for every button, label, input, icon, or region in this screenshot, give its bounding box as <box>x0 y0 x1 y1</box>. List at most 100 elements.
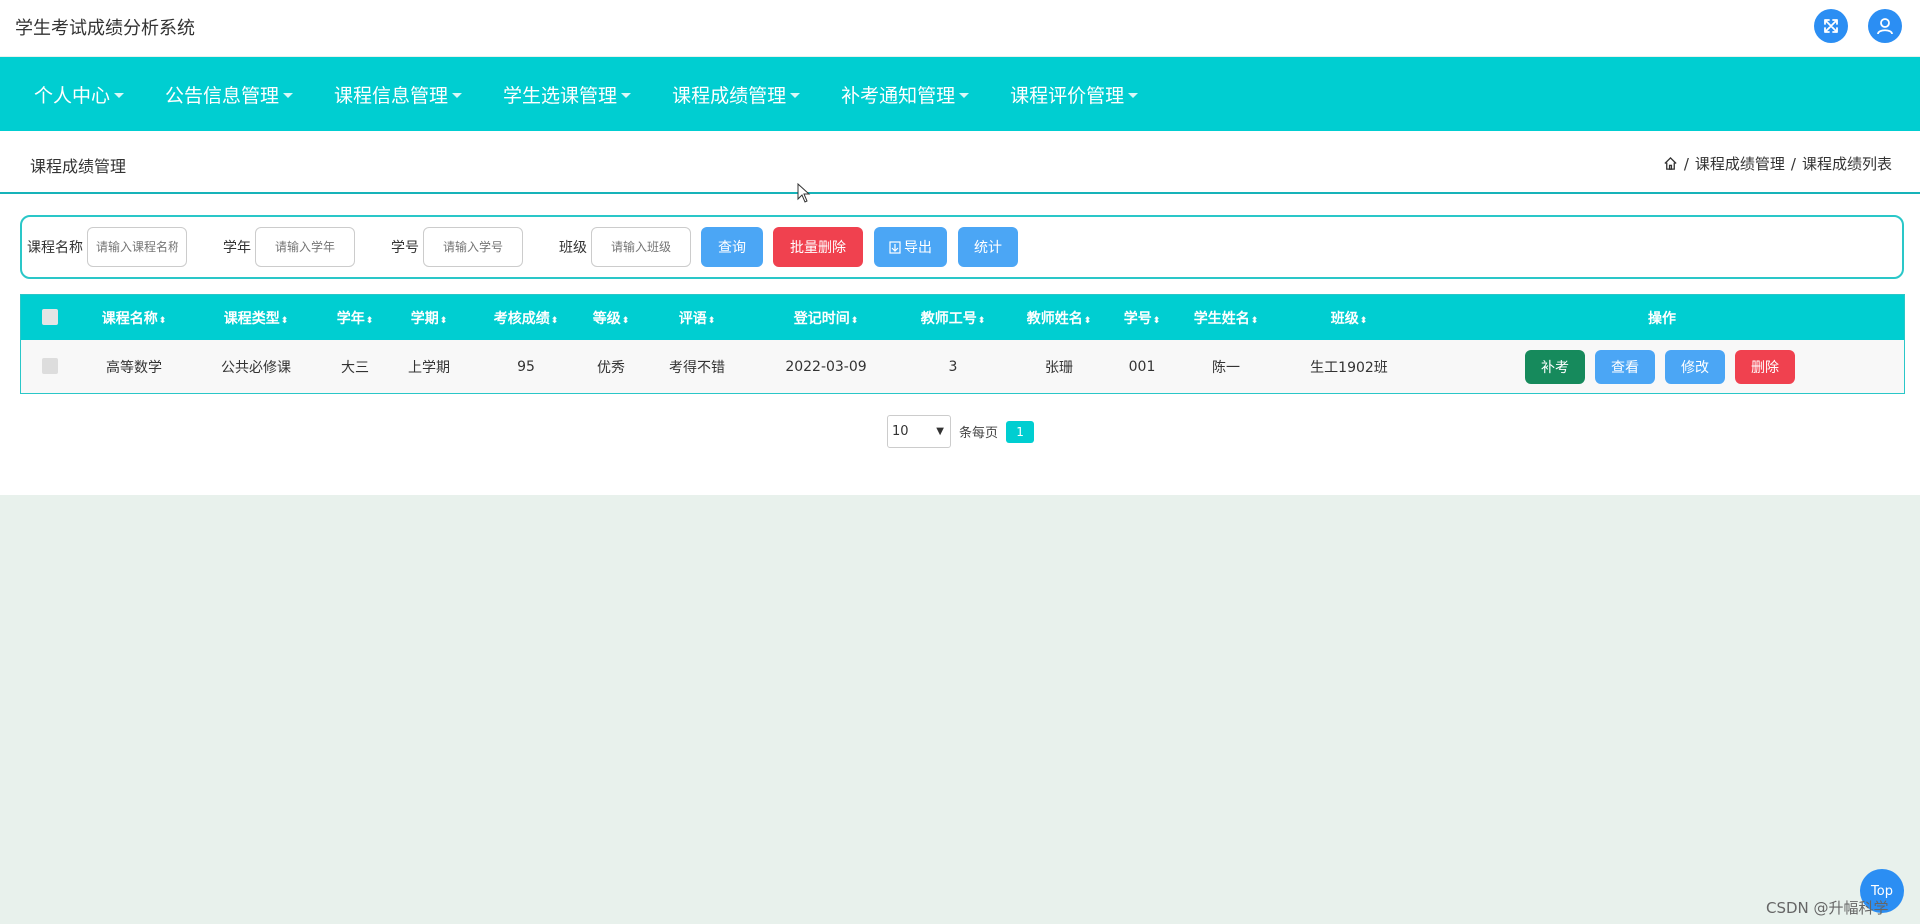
column-header-teacher-no[interactable]: 教师工号⬍ <box>921 308 986 328</box>
column-header-course-name[interactable]: 课程名称⬍ <box>102 308 167 328</box>
sort-icon: ⬍ <box>280 315 289 326</box>
nav-item-label: 课程成绩管理 <box>672 84 787 107</box>
column-header-score[interactable]: 考核成绩⬍ <box>494 308 559 328</box>
content-panel: 课程成绩管理 / 课程成绩管理 / 课程成绩列表 课程名称 学年 学号 班级 查… <box>0 131 1920 495</box>
home-icon[interactable] <box>1663 156 1678 171</box>
class-label: 班级 <box>559 240 587 256</box>
nav-item-label: 学生选课管理 <box>503 84 618 107</box>
page-size-value: 10 <box>892 424 909 439</box>
table-row: 高等数学 公共必修课 大三 上学期 95 优秀 考得不错 2022-03-09 … <box>21 340 1904 393</box>
cell-student-name: 陈一 <box>1212 359 1240 376</box>
sort-icon: ⬍ <box>1152 315 1161 326</box>
nav-item-announcements[interactable]: 公告信息管理 <box>149 57 309 131</box>
nav-item-label: 个人中心 <box>34 84 111 107</box>
row-actions: 补考 查看 修改 删除 <box>1525 350 1795 384</box>
caret-down-icon <box>283 92 294 98</box>
cell-course-name: 高等数学 <box>106 359 162 376</box>
sort-icon: ⬍ <box>439 315 448 326</box>
column-header-semester[interactable]: 学期⬍ <box>411 308 448 328</box>
cell-grade: 优秀 <box>597 359 625 376</box>
caret-down-icon <box>790 92 801 98</box>
course-name-label: 课程名称 <box>27 240 83 256</box>
search-form: 课程名称 学年 学号 班级 查询 批量删除 导出 统计 <box>20 215 1904 279</box>
nav-item-course-selection[interactable]: 学生选课管理 <box>487 57 647 131</box>
column-header-course-type[interactable]: 课程类型⬍ <box>224 308 289 328</box>
export-button[interactable]: 导出 <box>874 227 947 267</box>
sort-icon: ⬍ <box>707 315 716 326</box>
column-header-student-name[interactable]: 学生姓名⬍ <box>1194 308 1259 328</box>
cell-year: 大三 <box>341 359 369 376</box>
export-file-icon <box>889 240 901 254</box>
sort-icon: ⬍ <box>1359 315 1368 326</box>
select-all-checkbox[interactable] <box>42 309 58 325</box>
fullscreen-button[interactable] <box>1814 9 1848 43</box>
user-button[interactable] <box>1868 9 1902 43</box>
column-header-student-no[interactable]: 学号⬍ <box>1124 308 1161 328</box>
watermark: CSDN @升幅科学 <box>1766 899 1889 917</box>
chevron-down-icon: ▼ <box>936 426 944 437</box>
course-name-input[interactable] <box>87 227 187 267</box>
view-button[interactable]: 查看 <box>1595 350 1655 384</box>
cell-student-no: 001 <box>1128 358 1156 375</box>
delete-button[interactable]: 删除 <box>1735 350 1795 384</box>
sort-icon: ⬍ <box>158 315 167 326</box>
row-checkbox[interactable] <box>42 358 58 374</box>
makeup-exam-button[interactable]: 补考 <box>1525 350 1585 384</box>
cell-teacher-no: 3 <box>948 358 958 375</box>
class-input[interactable] <box>591 227 691 267</box>
app-title: 学生考试成绩分析系统 <box>15 18 195 39</box>
breadcrumb-item-current: 课程成绩列表 <box>1801 155 1892 173</box>
nav-item-label: 课程信息管理 <box>334 84 449 107</box>
column-header-register-time[interactable]: 登记时间⬍ <box>794 308 859 328</box>
nav-item-label: 补考通知管理 <box>841 84 956 107</box>
page-size-select[interactable]: 10 ▼ <box>887 415 951 448</box>
sort-icon: ⬍ <box>1083 315 1092 326</box>
column-header-comment[interactable]: 评语⬍ <box>679 308 716 328</box>
scores-table: 课程名称⬍ 课程类型⬍ 学年⬍ 学期⬍ 考核成绩⬍ 等级⬍ 评语⬍ 登记时间⬍ … <box>20 294 1905 394</box>
nav-item-courses[interactable]: 课程信息管理 <box>318 57 478 131</box>
cell-course-type: 公共必修课 <box>221 359 291 376</box>
student-no-input[interactable] <box>423 227 523 267</box>
caret-down-icon <box>959 92 970 98</box>
column-header-year[interactable]: 学年⬍ <box>337 308 374 328</box>
sort-icon: ⬍ <box>977 315 986 326</box>
breadcrumb-separator: / <box>1683 154 1689 173</box>
breadcrumb: / 课程成绩管理 / 课程成绩列表 <box>1663 153 1892 174</box>
batch-delete-button[interactable]: 批量删除 <box>773 227 863 267</box>
nav-item-makeup-notices[interactable]: 补考通知管理 <box>825 57 985 131</box>
column-header-class[interactable]: 班级⬍ <box>1331 308 1368 328</box>
page-number-button[interactable]: 1 <box>1006 420 1035 443</box>
cell-comment: 考得不错 <box>669 359 725 376</box>
cell-score: 95 <box>517 358 535 375</box>
sort-icon: ⬍ <box>550 315 559 326</box>
nav-item-personal-center[interactable]: 个人中心 <box>18 57 140 131</box>
year-label: 学年 <box>223 240 251 256</box>
cell-register-time: 2022-03-09 <box>785 358 867 375</box>
nav-item-course-scores[interactable]: 课程成绩管理 <box>656 57 816 131</box>
caret-down-icon <box>1128 92 1139 98</box>
query-button[interactable]: 查询 <box>701 227 763 267</box>
export-button-label: 导出 <box>904 240 932 256</box>
mouse-cursor-icon <box>797 183 811 203</box>
edit-button[interactable]: 修改 <box>1665 350 1725 384</box>
column-header-teacher-name[interactable]: 教师姓名⬍ <box>1027 308 1092 328</box>
main-nav: 个人中心 公告信息管理 课程信息管理 学生选课管理 课程成绩管理 补考通知管理 … <box>0 57 1920 131</box>
page-header: 课程成绩管理 / 课程成绩管理 / 课程成绩列表 <box>0 131 1920 194</box>
year-input[interactable] <box>255 227 355 267</box>
sort-icon: ⬍ <box>365 315 374 326</box>
column-header-grade[interactable]: 等级⬍ <box>593 308 630 328</box>
caret-down-icon <box>621 92 632 98</box>
breadcrumb-item[interactable]: 课程成绩管理 <box>1695 153 1785 174</box>
student-no-label: 学号 <box>391 240 419 256</box>
page-title: 课程成绩管理 <box>30 157 127 176</box>
table-header: 课程名称⬍ 课程类型⬍ 学年⬍ 学期⬍ 考核成绩⬍ 等级⬍ 评语⬍ 登记时间⬍ … <box>21 295 1904 340</box>
stats-button[interactable]: 统计 <box>958 227 1018 267</box>
cell-teacher-name: 张珊 <box>1045 359 1073 376</box>
top-bar: 学生考试成绩分析系统 <box>0 0 1920 56</box>
nav-item-course-evaluations[interactable]: 课程评价管理 <box>994 57 1154 131</box>
per-page-label: 条每页 <box>959 426 999 441</box>
sort-icon: ⬍ <box>1250 315 1259 326</box>
caret-down-icon <box>114 92 125 98</box>
column-header-actions: 操作 <box>1648 310 1676 327</box>
cell-semester: 上学期 <box>408 359 450 376</box>
